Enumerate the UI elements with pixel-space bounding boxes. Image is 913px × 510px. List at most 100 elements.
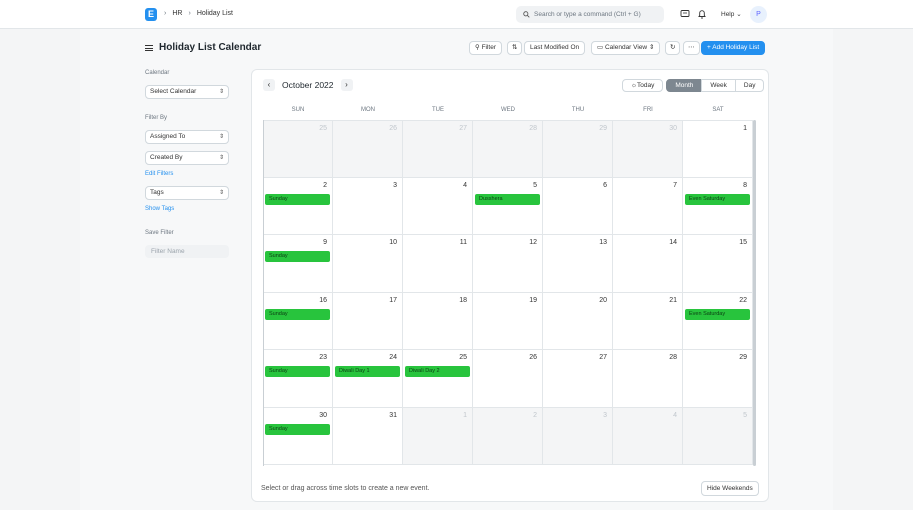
holiday-event[interactable]: Dusshera [475,193,540,205]
holiday-event[interactable]: Sunday [265,366,330,377]
breadcrumb-separator-icon: › [164,10,167,17]
holiday-event[interactable]: Sunday [265,251,330,262]
day-cell[interactable]: 25 Diwali Day 2 [403,350,473,408]
day-number: 25 [459,354,467,361]
day-number: 31 [389,411,397,419]
select-calendar-dropdown[interactable]: Select Calendar ⇕ [145,85,229,99]
sort-direction-button[interactable]: ⇅ [507,41,523,55]
holiday-event[interactable]: Diwali Day 2 [405,366,470,377]
day-cell[interactable]: 24 Diwali Day 1 [333,350,403,408]
chevron-down-icon: ⌄ [736,11,742,18]
view-switcher-button[interactable]: ▭ Calendar View ⇕ [591,41,661,55]
day-cell[interactable]: 27 [543,350,613,408]
day-cell[interactable]: 26 [333,120,403,178]
day-cell[interactable]: 12 [473,235,543,293]
day-cell[interactable]: 20 [543,292,613,350]
day-cell[interactable]: 19 [473,292,543,350]
day-cell[interactable]: 21 [613,292,683,350]
holiday-event[interactable]: Even Saturday [685,308,750,320]
day-cell[interactable]: 17 [333,292,403,350]
day-cell[interactable]: 30 Sunday [263,407,333,465]
day-number: 3 [603,411,607,419]
assigned-to-dropdown[interactable]: Assigned To ⇕ [145,130,229,144]
holiday-event[interactable]: Even Saturday [685,193,750,205]
day-cell[interactable]: 28 [613,350,683,408]
day-cell[interactable]: 26 [473,350,543,408]
sort-field-button[interactable]: Last Modified On [524,41,586,55]
breadcrumb-holiday-list[interactable]: Holiday List [197,10,233,17]
day-cell[interactable]: 1 [683,120,753,178]
day-cell[interactable]: 3 [543,407,613,465]
day-number: 22 [739,296,747,304]
day-cell[interactable]: 5 [683,407,753,465]
day-cell[interactable]: 5 Dusshera [473,177,543,235]
day-cell[interactable]: 6 [543,177,613,235]
avatar[interactable]: P [750,6,767,23]
today-label: Today [636,82,655,89]
day-cell[interactable]: 27 [403,120,473,178]
prev-month-button[interactable]: ‹ [263,79,275,91]
add-holiday-list-button[interactable]: + Add Holiday List [701,41,766,55]
day-cell[interactable]: 15 [683,235,753,293]
refresh-button[interactable]: ↻ [665,41,681,55]
weekday-header: SUN [291,107,305,113]
week-view-button[interactable]: Week [701,79,736,92]
day-cell[interactable]: 2 [473,407,543,465]
filter-icon: ⚲ [475,44,480,51]
day-cell[interactable]: 18 [403,292,473,350]
day-cell[interactable]: 3 [333,177,403,235]
day-cell[interactable]: 8 Even Saturday [683,177,753,235]
created-by-value: Created By [150,154,183,161]
tags-dropdown[interactable]: Tags ⇕ [145,186,229,200]
holiday-event[interactable]: Sunday [265,423,330,435]
day-cell[interactable]: 28 [473,120,543,178]
filter-label: Filter [481,44,497,51]
month-view-button[interactable]: Month [666,79,703,92]
day-cell[interactable]: 25 [263,120,333,178]
holiday-event[interactable]: Diwali Day 1 [335,366,400,377]
holiday-event[interactable]: Sunday [265,308,330,320]
more-options-button[interactable]: ⋯ [683,41,700,55]
breadcrumb-hr[interactable]: HR [172,10,182,17]
day-number: 1 [743,125,747,132]
sort-icon: ⇅ [512,44,518,51]
day-cell[interactable]: 30 [613,120,683,178]
day-cell[interactable]: 11 [403,235,473,293]
day-number: 23 [319,354,327,361]
bell-icon[interactable] [697,9,707,19]
today-button[interactable]: ☼Today [622,79,664,92]
day-cell[interactable]: 1 [403,407,473,465]
day-cell[interactable]: 10 [333,235,403,293]
filter-button[interactable]: ⚲ Filter [469,41,503,55]
day-cell[interactable]: 4 [613,407,683,465]
calendar-label: Calendar [145,70,170,76]
next-month-button[interactable]: › [340,79,353,91]
day-cell[interactable]: 9 Sunday [263,235,333,293]
day-cell[interactable]: 22 Even Saturday [683,292,753,350]
created-by-dropdown[interactable]: Created By ⇕ [145,151,229,165]
scrollbar[interactable] [753,120,756,466]
day-cell[interactable]: 23 Sunday [263,350,333,408]
day-cell[interactable]: 29 [683,350,753,408]
filter-name-input[interactable]: Filter Name [145,245,229,258]
app-logo[interactable]: E [145,8,157,21]
day-cell[interactable]: 29 [543,120,613,178]
day-cell[interactable]: 31 [333,407,403,465]
day-view-button[interactable]: Day [734,79,765,92]
day-cell[interactable]: 7 [613,177,683,235]
search-input[interactable]: Search or type a command (Ctrl + G) [516,6,664,23]
day-cell[interactable]: 2 Sunday [263,177,333,235]
day-cell[interactable]: 4 [403,177,473,235]
day-number: 27 [599,354,607,361]
day-cell[interactable]: 13 [543,235,613,293]
holiday-event[interactable]: Sunday [265,193,330,205]
day-number: 3 [393,181,397,189]
hide-weekends-button[interactable]: Hide Weekends [701,481,759,496]
day-cell[interactable]: 16 Sunday [263,292,333,350]
chat-icon[interactable] [680,9,690,19]
show-tags-link[interactable]: Show Tags [145,206,174,212]
sidebar-toggle-icon[interactable] [145,44,153,51]
day-cell[interactable]: 14 [613,235,683,293]
help-menu[interactable]: Help ⌄ [721,10,742,18]
edit-filters-link[interactable]: Edit Filters [145,171,173,177]
